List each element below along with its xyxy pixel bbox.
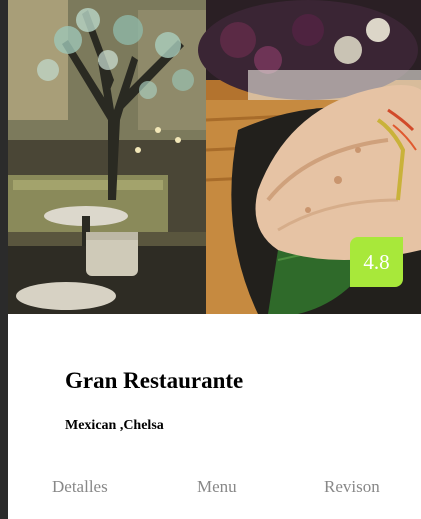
- restaurant-name: Gran Restaurante: [65, 368, 244, 393]
- tab-bar: Detalles Menu Revison: [8, 477, 421, 501]
- restaurant-tags: Mexican ,Chelsa: [65, 418, 164, 433]
- rating-badge: 4.8: [350, 237, 403, 287]
- tab-revison[interactable]: Revison: [324, 477, 380, 497]
- restaurant-photo: 4.8: [8, 0, 421, 314]
- tab-detalles[interactable]: Detalles: [52, 477, 108, 497]
- rating-value: 4.8: [363, 249, 390, 274]
- tab-menu[interactable]: Menu: [197, 477, 237, 497]
- interior-photo: [8, 0, 206, 314]
- restaurant-card[interactable]: 4.8 Gran Restaurante Mexican ,Chelsa Det…: [8, 0, 421, 519]
- restaurant-info: Gran Restaurante Mexican ,Chelsa Detalle…: [8, 314, 421, 519]
